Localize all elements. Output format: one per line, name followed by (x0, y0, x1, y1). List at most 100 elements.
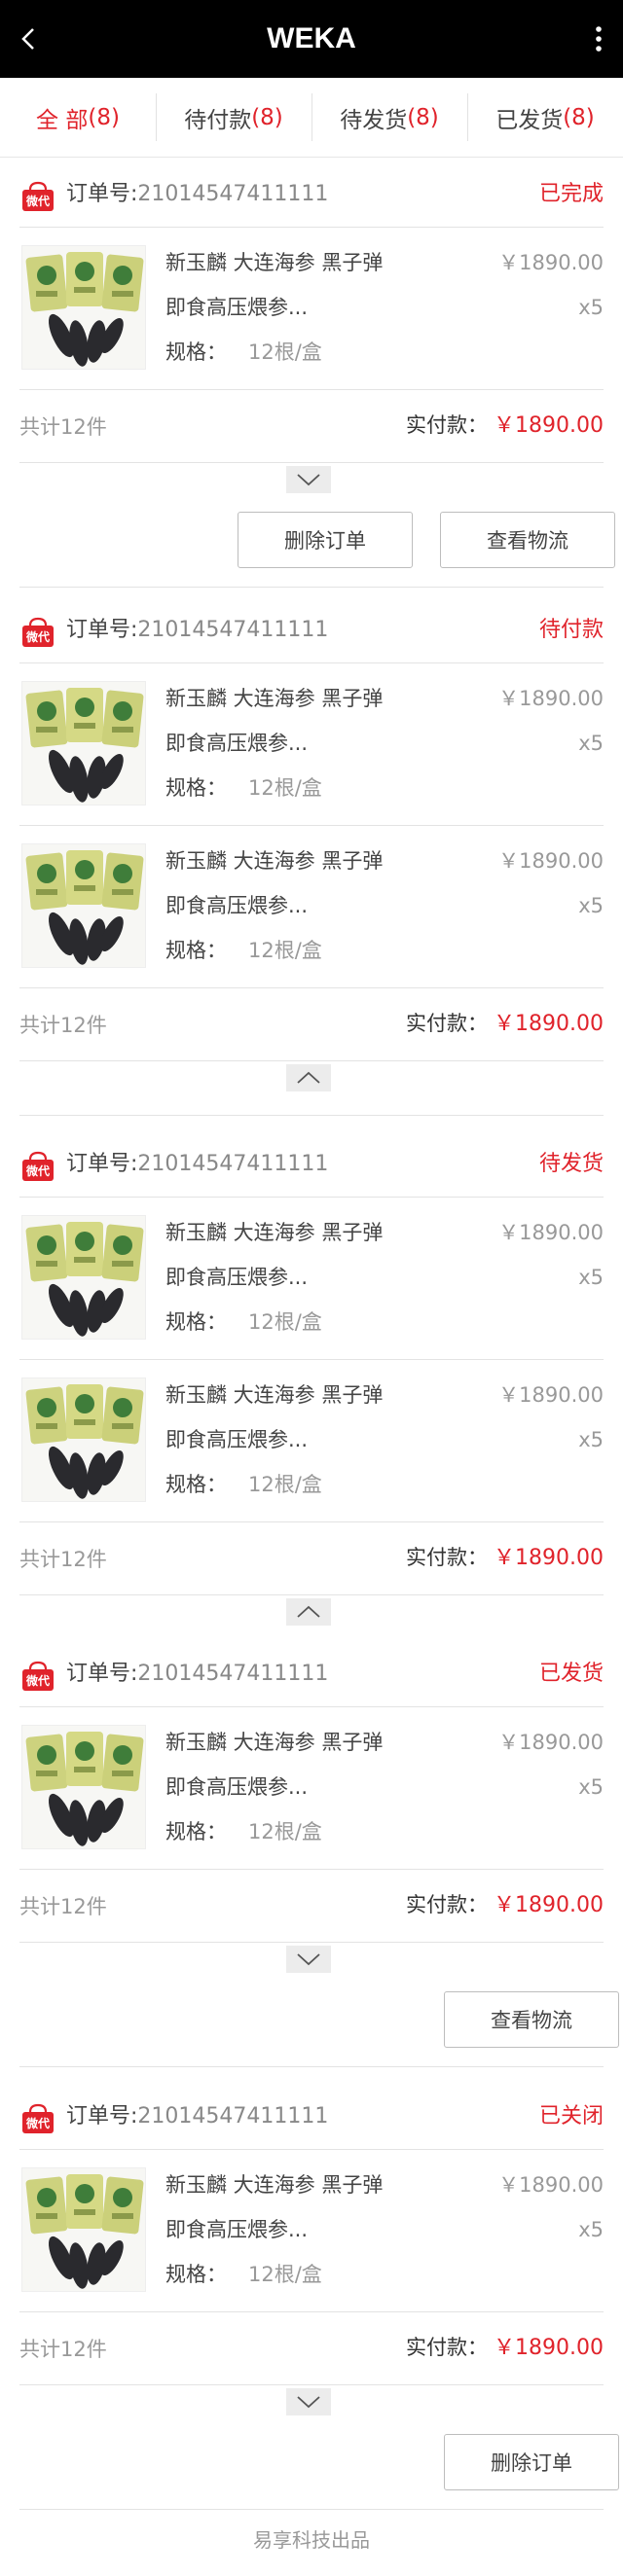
product-quantity: x5 (578, 732, 604, 755)
product-item[interactable]: 新玉麟 大连海参 黑子弹 即食高压煨参... 规格： 12根/盒 ￥1890.00 x5 (19, 1707, 604, 1870)
product-name: 新玉麟 大连海参 黑子弹 (165, 849, 384, 873)
order-number-label: 订单号: (66, 1662, 138, 1686)
product-thumb[interactable] (21, 1725, 146, 1849)
paid-value: ￥1890.00 (494, 2336, 604, 2360)
order-summary: 共计12件 实付款： ￥1890.00 (19, 1870, 604, 1943)
chevron-down-icon[interactable] (286, 466, 331, 493)
tab-label: 已发货 (495, 107, 564, 133)
svg-text:微代: 微代 (25, 1673, 50, 1688)
product-spec: 规格： 12根/盒 (165, 774, 322, 802)
delete-order-button[interactable]: 删除订单 (444, 2434, 619, 2490)
order-status: 已关闭 (538, 2104, 604, 2129)
product-item[interactable]: 新玉麟 大连海参 黑子弹 即食高压煨参... 规格： 12根/盒 ￥1890.00 x5 (19, 1360, 604, 1522)
product-name: 新玉麟 大连海参 黑子弹 (165, 1221, 384, 1244)
chevron-down-icon[interactable] (286, 1946, 331, 1973)
product-item[interactable]: 新玉麟 大连海参 黑子弹 即食高压煨参... 规格： 12根/盒 ￥1890.00 x5 (19, 1198, 604, 1360)
order-header: 微代 订单号:21014547411111 已完成 (19, 161, 604, 228)
tab-pending-shipment[interactable]: 待发货 (8) (312, 78, 467, 157)
product-thumb[interactable] (21, 245, 146, 370)
product-item[interactable]: 新玉麟 大连海参 黑子弹 即食高压煨参... 规格： 12根/盒 ￥1890.00 x5 (19, 2150, 604, 2312)
collapse-button[interactable] (286, 1064, 331, 1091)
product-price: ￥1890.00 (498, 1731, 604, 1754)
paid-amount: 实付款： ￥1890.00 (406, 1010, 604, 1038)
product-image (22, 682, 145, 805)
paid-value: ￥1890.00 (494, 1893, 604, 1917)
delete-order-button[interactable]: 删除订单 (238, 512, 413, 568)
order-summary: 共计12件 实付款： ￥1890.00 (19, 988, 604, 1061)
product-image (22, 1726, 145, 1848)
product-spec: 规格： 12根/盒 (165, 1471, 322, 1498)
paid-label: 实付款： (406, 413, 489, 437)
order-actions: 查看物流 (0, 1978, 623, 2067)
weidai-badge-icon: 微代 (22, 1661, 54, 1691)
product-item[interactable]: 新玉麟 大连海参 黑子弹 即食高压煨参... 规格： 12根/盒 ￥1890.00 x5 (19, 228, 604, 390)
weidai-badge-icon: 微代 (22, 1151, 54, 1181)
product-thumb[interactable] (21, 2167, 146, 2292)
product-name: 新玉麟 大连海参 黑子弹 (165, 687, 384, 710)
footer-credit: 易享科技出品 (253, 2528, 370, 2552)
product-quantity: x5 (578, 296, 604, 319)
svg-text:微代: 微代 (25, 629, 50, 644)
product-image (22, 246, 145, 369)
order-number-label: 订单号: (66, 2104, 138, 2129)
collapse-button[interactable] (286, 1598, 331, 1626)
expand-button[interactable] (286, 1946, 331, 1973)
order-summary: 共计12件 实付款： ￥1890.00 (19, 1522, 604, 1595)
product-thumb[interactable] (21, 1377, 146, 1502)
tab-count: (8) (407, 104, 439, 130)
weidai-badge-icon: 微代 (22, 181, 54, 211)
product-name-line2: 即食高压煨参... (165, 2218, 309, 2241)
order-tabs: 全 部 (8) 待付款 (8) 待发货 (8) 已发货 (8) (0, 78, 623, 158)
view-logistics-button[interactable]: 查看物流 (444, 1991, 619, 2048)
item-count: 共计12件 (19, 2338, 107, 2361)
product-image (22, 1216, 145, 1339)
item-count: 共计12件 (19, 1895, 107, 1918)
order-number-value: 21014547411111 (137, 182, 329, 206)
tab-all[interactable]: 全 部 (8) (0, 78, 156, 157)
order-status: 待发货 (538, 1152, 604, 1176)
paid-value: ￥1890.00 (494, 413, 604, 438)
order-actions: 删除订单 (0, 2420, 623, 2510)
expand-button[interactable] (286, 466, 331, 493)
product-thumb[interactable] (21, 1215, 146, 1340)
page-title: WEKA (267, 22, 356, 54)
product-price: ￥1890.00 (498, 251, 604, 274)
tab-count: (8) (88, 104, 120, 130)
product-name-line2: 即食高压煨参... (165, 1775, 309, 1799)
order-number: 订单号:21014547411111 (66, 1149, 328, 1180)
weidai-badge-icon: 微代 (22, 617, 54, 647)
app-header: WEKA (0, 0, 623, 78)
order-card: 微代 订单号:21014547411111 已关闭 新玉麟 大连海参 黑子弹 即食高… (0, 2084, 623, 2510)
order-header: 微代 订单号:21014547411111 待发货 (19, 1131, 604, 1198)
svg-text:微代: 微代 (25, 2116, 50, 2130)
paid-label: 实付款： (406, 1893, 489, 1916)
chevron-up-icon[interactable] (286, 1064, 331, 1091)
order-number-label: 订单号: (66, 182, 138, 206)
product-image (22, 844, 145, 967)
product-thumb[interactable] (21, 843, 146, 968)
chevron-up-icon[interactable] (286, 1598, 331, 1626)
order-number-value: 21014547411111 (137, 1152, 329, 1176)
chevron-down-icon[interactable] (286, 2388, 331, 2415)
product-item[interactable]: 新玉麟 大连海参 黑子弹 即食高压煨参... 规格： 12根/盒 ￥1890.00 x5 (19, 663, 604, 826)
paid-label: 实付款： (406, 1546, 489, 1569)
spec-label: 规格： (165, 340, 227, 364)
tab-shipped[interactable]: 已发货 (8) (467, 78, 623, 157)
product-spec: 规格： 12根/盒 (165, 1818, 322, 1845)
more-menu-icon[interactable] (586, 21, 611, 56)
product-thumb[interactable] (21, 681, 146, 805)
spec-value: 12根/盒 (248, 1310, 322, 1334)
tab-pending-payment[interactable]: 待付款 (8) (156, 78, 312, 157)
product-price: ￥1890.00 (498, 1383, 604, 1407)
expand-toggle (0, 1061, 623, 1096)
product-name: 新玉麟 大连海参 黑子弹 (165, 251, 384, 274)
order-number-value: 21014547411111 (137, 1662, 329, 1686)
paid-label: 实付款： (406, 2336, 489, 2359)
expand-button[interactable] (286, 2388, 331, 2415)
paid-amount: 实付款： ￥1890.00 (406, 1544, 604, 1572)
view-logistics-button[interactable]: 查看物流 (440, 512, 615, 568)
order-number-label: 订单号: (66, 1152, 138, 1176)
product-item[interactable]: 新玉麟 大连海参 黑子弹 即食高压煨参... 规格： 12根/盒 ￥1890.00 x5 (19, 826, 604, 988)
tab-label: 待付款 (184, 107, 252, 133)
product-spec: 规格： 12根/盒 (165, 339, 322, 366)
